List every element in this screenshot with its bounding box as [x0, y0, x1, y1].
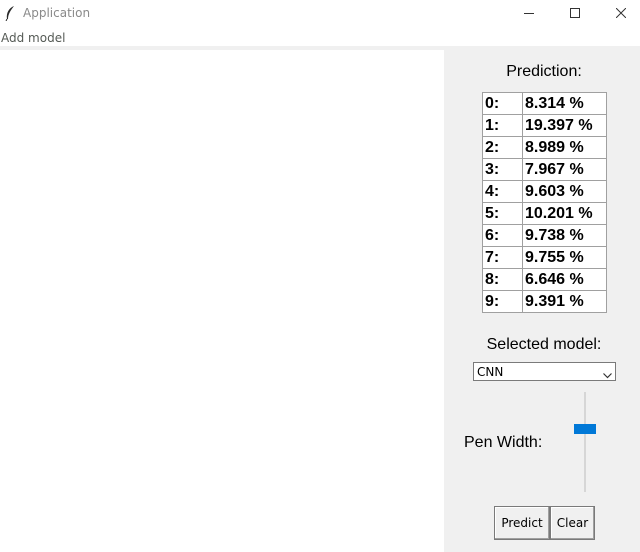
- prediction-row: 5: 10.201 %: [482, 202, 607, 225]
- selected-model-label: Selected model:: [486, 336, 602, 353]
- prediction-digit: 8:: [482, 268, 523, 291]
- prediction-value: 8.989 %: [522, 136, 607, 159]
- clear-button[interactable]: Clear: [550, 506, 595, 540]
- predict-button[interactable]: Predict: [494, 506, 550, 540]
- maximize-button[interactable]: [552, 0, 598, 26]
- prediction-value: 9.755 %: [522, 246, 607, 269]
- prediction-value: 8.314 %: [522, 92, 607, 115]
- prediction-row: 3: 7.967 %: [482, 158, 607, 181]
- prediction-title: Prediction:: [506, 63, 582, 80]
- title-bar: Application: [0, 0, 640, 26]
- prediction-value: 19.397 %: [522, 114, 607, 137]
- prediction-value: 6.646 %: [522, 268, 607, 291]
- prediction-row: 2: 8.989 %: [482, 136, 607, 159]
- side-panel: Prediction: 0: 8.314 % 1: 19.397 % 2: 8.989 %…: [444, 50, 640, 552]
- menu-bar: Add model: [0, 26, 640, 46]
- close-button[interactable]: [598, 0, 640, 26]
- prediction-row: 0: 8.314 %: [482, 92, 607, 115]
- prediction-digit: 3:: [482, 158, 523, 181]
- prediction-row: 4: 9.603 %: [482, 180, 607, 203]
- prediction-digit: 7:: [482, 246, 523, 269]
- pen-width-slider-track[interactable]: [584, 392, 586, 492]
- prediction-value: 9.603 %: [522, 180, 607, 203]
- prediction-row: 1: 19.397 %: [482, 114, 607, 137]
- prediction-digit: 2:: [482, 136, 523, 159]
- maximize-icon: [570, 8, 580, 18]
- prediction-digit: 0:: [482, 92, 523, 115]
- pen-width-slider-thumb[interactable]: [574, 423, 596, 434]
- prediction-row: 6: 9.738 %: [482, 224, 607, 247]
- window-title: Application: [23, 6, 91, 20]
- prediction-value: 10.201 %: [522, 202, 607, 225]
- prediction-value: 7.967 %: [522, 158, 607, 181]
- chevron-down-icon: [603, 368, 612, 382]
- prediction-row: 9: 9.391 %: [482, 290, 607, 313]
- prediction-digit: 1:: [482, 114, 523, 137]
- prediction-digit: 4:: [482, 180, 523, 203]
- prediction-digit: 6:: [482, 224, 523, 247]
- prediction-table: 0: 8.314 % 1: 19.397 % 2: 8.989 % 3: 7.967 % 4: 9…: [482, 92, 607, 313]
- prediction-row: 7: 9.755 %: [482, 246, 607, 269]
- model-select-value: CNN: [477, 365, 504, 379]
- prediction-value: 9.391 %: [522, 290, 607, 313]
- prediction-row: 8: 6.646 %: [482, 268, 607, 291]
- model-select[interactable]: CNN: [473, 362, 616, 381]
- minimize-icon: [524, 13, 534, 14]
- close-icon: [616, 8, 626, 18]
- prediction-value: 9.738 %: [522, 224, 607, 247]
- prediction-digit: 5:: [482, 202, 523, 225]
- feather-icon: [4, 5, 16, 22]
- pen-width-label: Pen Width:: [464, 434, 543, 451]
- minimize-button[interactable]: [506, 0, 552, 26]
- prediction-digit: 9:: [482, 290, 523, 313]
- menu-item-add-model[interactable]: Add model: [1, 31, 65, 45]
- drawing-canvas[interactable]: [0, 50, 444, 552]
